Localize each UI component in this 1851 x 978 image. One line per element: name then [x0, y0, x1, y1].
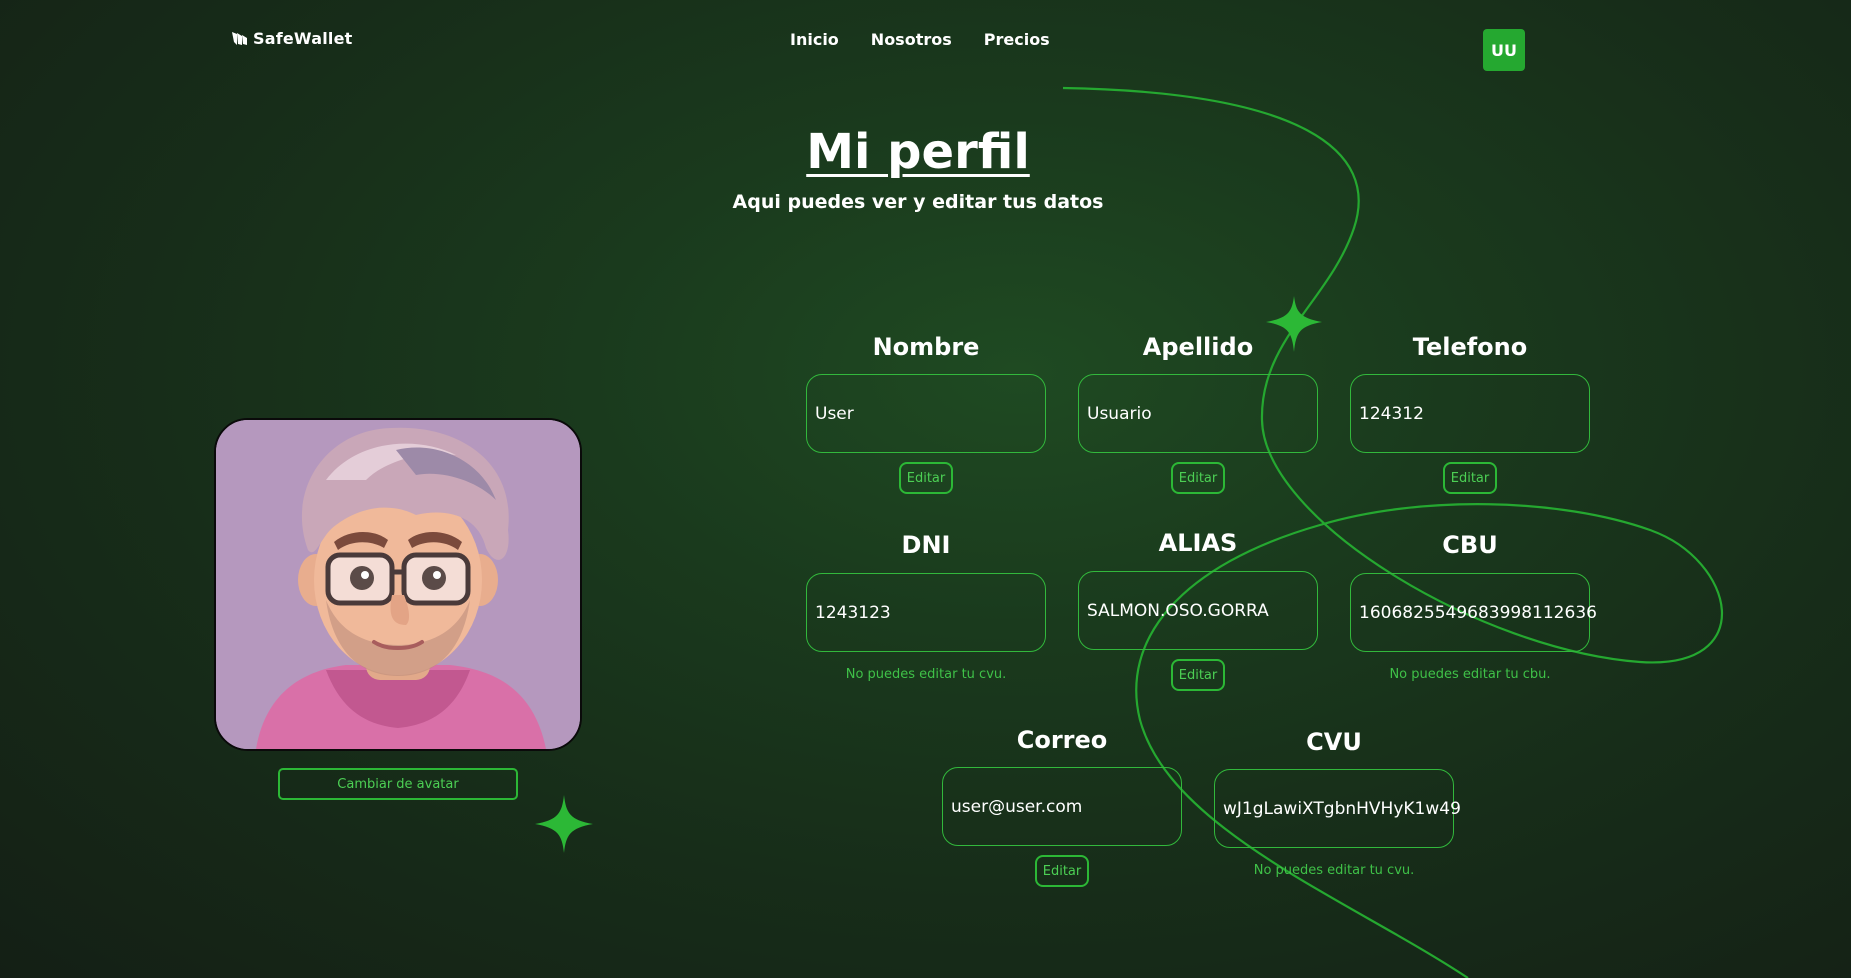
brand-name: SafeWallet — [253, 29, 353, 48]
cbu-readonly-note: No puedes editar tu cbu. — [1389, 667, 1551, 682]
user-menu-button[interactable]: UU — [1483, 29, 1525, 71]
sparkle-star-icon — [535, 795, 593, 853]
edit-correo-button[interactable]: Editar — [1035, 855, 1089, 887]
alias-field[interactable]: SALMON.OSO.GORRA — [1078, 571, 1318, 650]
nav-link-precios[interactable]: Precios — [984, 30, 1050, 49]
nav-link-inicio[interactable]: Inicio — [790, 30, 839, 49]
cvu-readonly-note: No puedes editar tu cvu. — [1253, 863, 1415, 878]
edit-alias-button[interactable]: Editar — [1171, 659, 1225, 691]
brand-logo[interactable]: SafeWallet — [231, 29, 352, 48]
avatar-image — [214, 418, 582, 751]
cbu-label: CBU — [1442, 531, 1498, 559]
dni-label: DNI — [901, 531, 951, 559]
edit-apellido-button[interactable]: Editar — [1171, 462, 1225, 494]
wing-logo-icon — [232, 31, 247, 45]
apellido-label: Apellido — [1142, 333, 1254, 361]
dni-readonly-note: No puedes editar tu cvu. — [845, 667, 1007, 682]
dni-field: 1243123 — [806, 573, 1046, 652]
edit-nombre-button[interactable]: Editar — [899, 462, 953, 494]
nombre-label: Nombre — [872, 333, 980, 361]
telefono-label: Telefono — [1412, 333, 1528, 361]
main-nav: Inicio Nosotros Precios — [790, 30, 1050, 49]
alias-label: ALIAS — [1158, 529, 1238, 557]
nav-link-nosotros[interactable]: Nosotros — [871, 30, 952, 49]
telefono-field[interactable]: 124312 — [1350, 374, 1590, 453]
correo-field[interactable]: user@user.com — [942, 767, 1182, 846]
correo-label: Correo — [1016, 726, 1108, 754]
nombre-field[interactable]: User — [806, 374, 1046, 453]
edit-telefono-button[interactable]: Editar — [1443, 462, 1497, 494]
cvu-field: wJ1gLawiXTgbnHVHyK1w49 — [1214, 769, 1461, 848]
page-subtitle: Aqui puedes ver y editar tus datos — [732, 191, 1104, 213]
cbu-field: 1606825549683998112636 — [1350, 573, 1597, 652]
change-avatar-button[interactable]: Cambiar de avatar — [278, 768, 518, 800]
cvu-label: CVU — [1306, 728, 1362, 756]
page-title: Mi perfil — [806, 124, 1030, 180]
apellido-field[interactable]: Usuario — [1078, 374, 1318, 453]
